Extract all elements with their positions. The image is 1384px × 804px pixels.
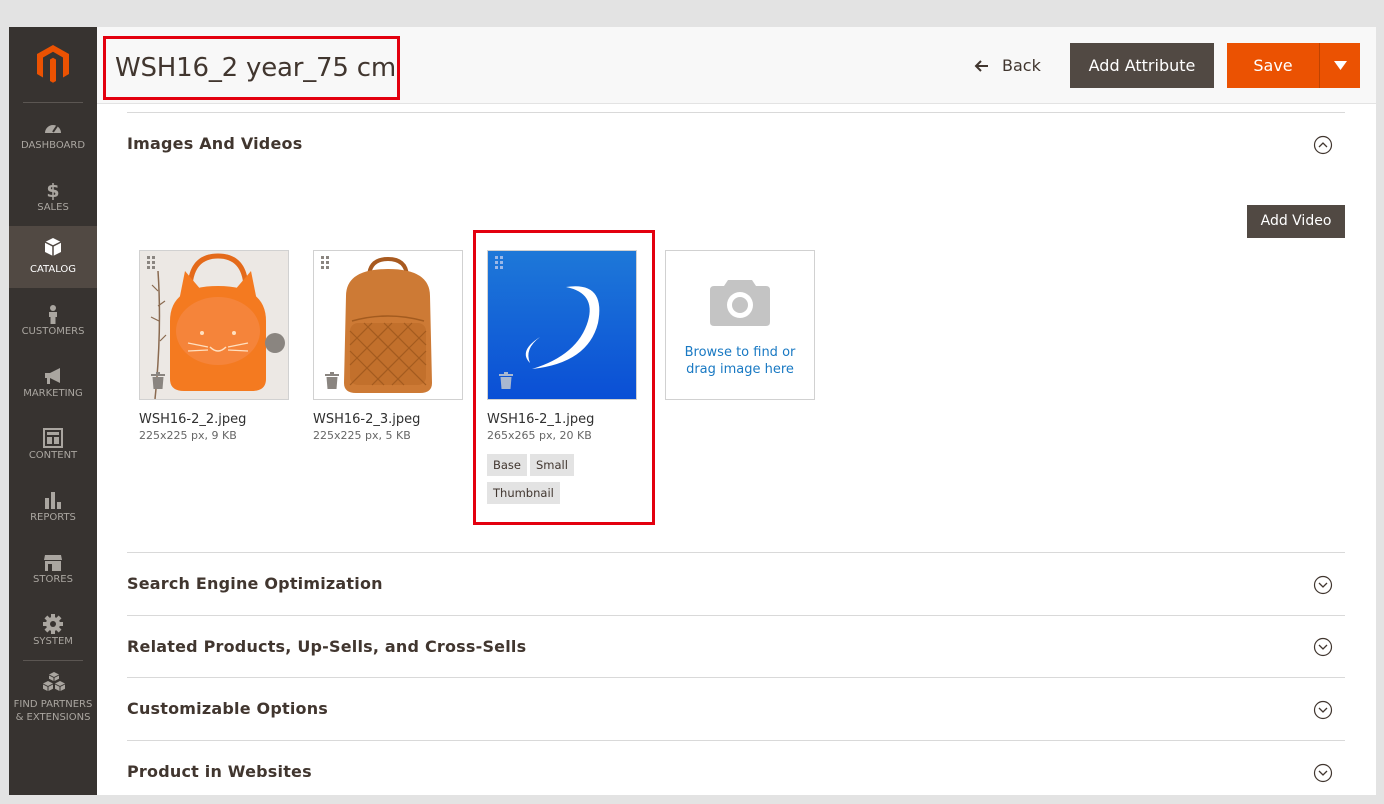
drag-handle-icon[interactable]	[321, 256, 331, 270]
nav-label: SYSTEM	[33, 636, 73, 647]
nav-content[interactable]: CONTENT	[9, 422, 97, 484]
back-label: Back	[1002, 56, 1041, 75]
image-upload-dropzone[interactable]: Browse to find or drag image here	[665, 250, 815, 400]
dollar-icon: $	[46, 180, 59, 200]
nav-marketing[interactable]: MARKETING	[9, 360, 97, 422]
admin-sidebar: DASHBOARD $ SALES CATALOG CUSTOMERS MARK…	[9, 27, 97, 795]
chevron-down-circle-icon[interactable]	[1313, 637, 1333, 657]
layout-icon	[43, 428, 63, 448]
nav-label: REPORTS	[30, 512, 76, 523]
section-title-seo[interactable]: Search Engine Optimization	[127, 574, 383, 593]
upload-hint-line: drag image here	[686, 362, 794, 377]
page-title: WSH16_2 year_75 cm	[103, 36, 400, 100]
bar-chart-icon	[45, 492, 61, 509]
add-video-button[interactable]: Add Video	[1247, 205, 1345, 238]
drag-handle-icon[interactable]	[147, 256, 157, 270]
nav-stores[interactable]: STORES	[9, 546, 97, 608]
magento-logo-icon[interactable]	[34, 43, 72, 85]
nav-find-partners[interactable]: FIND PARTNERS & EXTENSIONS	[9, 667, 97, 731]
section-title-product-in-websites[interactable]: Product in Websites	[127, 762, 312, 781]
cubes-icon	[43, 672, 65, 691]
image-card[interactable]	[313, 250, 463, 400]
back-button[interactable]: Back	[969, 51, 1049, 81]
sidebar-divider	[23, 102, 83, 103]
chevron-up-circle-icon[interactable]	[1313, 135, 1333, 155]
section-title-related-products[interactable]: Related Products, Up-Sells, and Cross-Se…	[127, 637, 526, 656]
image-file-name: WSH16-2_2.jpeg	[139, 412, 247, 427]
nav-label: CUSTOMERS	[21, 326, 85, 337]
nav-label-line: FIND PARTNERS	[13, 699, 93, 710]
trash-icon[interactable]	[151, 372, 165, 389]
upload-hint-line: Browse to find or	[684, 345, 796, 360]
camera-icon	[710, 280, 770, 326]
highlight-annotation	[473, 230, 655, 525]
image-file-name: WSH16-2_3.jpeg	[313, 412, 421, 427]
chevron-down-circle-icon[interactable]	[1313, 763, 1333, 783]
nav-catalog[interactable]: CATALOG	[9, 226, 97, 288]
page-header: WSH16_2 year_75 cm Back Add Attribute Sa…	[97, 27, 1376, 104]
nav-customers[interactable]: CUSTOMERS	[9, 298, 97, 360]
image-card[interactable]	[139, 250, 289, 400]
nav-label-line: & EXTENSIONS	[15, 712, 91, 723]
section-divider	[127, 615, 1345, 616]
nav-reports[interactable]: REPORTS	[9, 484, 97, 546]
upload-hint: Browse to find or drag image here	[666, 344, 814, 378]
chevron-down-circle-icon[interactable]	[1313, 575, 1333, 595]
section-divider	[127, 740, 1345, 741]
gear-icon	[43, 614, 63, 634]
sidebar-divider	[23, 660, 83, 661]
chevron-down-circle-icon[interactable]	[1313, 700, 1333, 720]
save-button[interactable]: Save	[1227, 43, 1319, 88]
section-divider	[127, 552, 1345, 553]
add-attribute-button[interactable]: Add Attribute	[1070, 43, 1214, 88]
arrow-left-icon	[974, 60, 988, 72]
image-file-meta: 225x225 px, 5 KB	[313, 429, 411, 442]
section-divider	[127, 677, 1345, 678]
image-file-meta: 225x225 px, 9 KB	[139, 429, 237, 442]
nav-label: FIND PARTNERS & EXTENSIONS	[9, 698, 97, 724]
box-icon	[44, 238, 62, 256]
nav-label: DASHBOARD	[20, 140, 86, 151]
caret-down-icon	[1334, 61, 1347, 70]
nav-label: MARKETING	[23, 388, 83, 399]
nav-dashboard[interactable]: DASHBOARD	[9, 112, 97, 174]
nav-label: SALES	[37, 202, 69, 213]
admin-frame: DASHBOARD $ SALES CATALOG CUSTOMERS MARK…	[9, 27, 1376, 795]
nav-label: STORES	[33, 574, 73, 585]
nav-label: CATALOG	[29, 264, 77, 275]
trash-icon[interactable]	[325, 372, 339, 389]
nav-label: CONTENT	[28, 450, 78, 461]
section-title-customizable-options[interactable]: Customizable Options	[127, 699, 328, 718]
storefront-icon	[44, 555, 62, 571]
dashboard-icon	[45, 125, 61, 133]
megaphone-icon	[45, 368, 60, 384]
images-section-title[interactable]: Images And Videos	[127, 134, 302, 153]
save-options-toggle[interactable]	[1319, 43, 1360, 88]
section-divider	[127, 112, 1345, 113]
svg-text:$: $	[46, 180, 59, 200]
person-icon	[49, 305, 57, 324]
